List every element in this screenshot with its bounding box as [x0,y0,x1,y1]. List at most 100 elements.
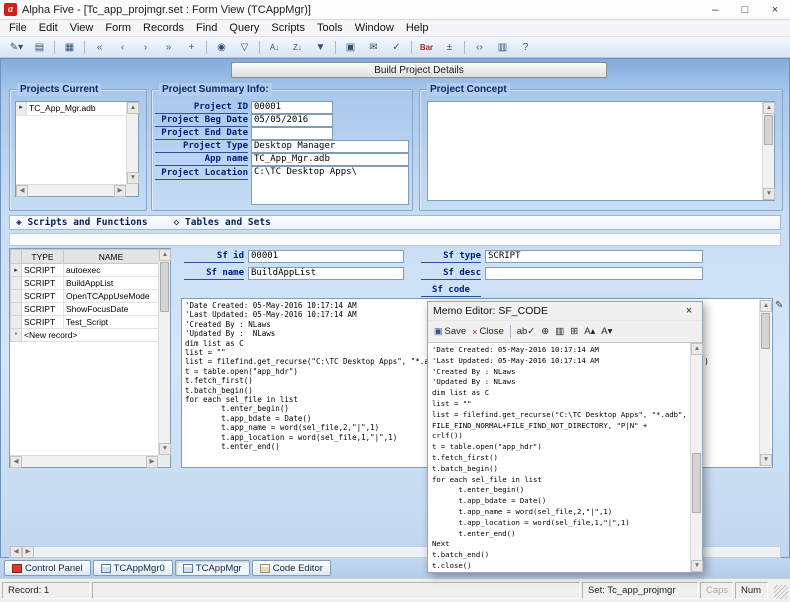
copy-icon[interactable]: ⊞ [567,325,581,338]
scroll-left-icon[interactable]: ◀ [10,456,22,468]
find-icon[interactable]: ◉ [211,39,232,56]
list-item[interactable]: ▸ TC_App_Mgr.adb [16,102,126,116]
scroll-down-icon[interactable]: ▼ [127,172,139,184]
sf-name-field[interactable]: BuildAppList [248,267,404,280]
paste-icon[interactable]: ▥ [552,325,567,338]
type-column-header[interactable]: TYPE [21,249,64,264]
help-icon[interactable]: ? [515,39,536,56]
sf-id-field[interactable]: 00001 [248,250,404,263]
code-icon[interactable]: ‹› [469,39,490,56]
scroll-up-icon[interactable]: ▲ [760,300,772,312]
project-location-field[interactable]: C:\TC Desktop Apps\ [251,166,409,205]
menu-view[interactable]: View [64,21,100,35]
vertical-scrollbar[interactable]: ▲ ▼ [759,300,772,466]
scroll-right-icon[interactable]: ▶ [22,546,34,558]
scripts-and-functions-tab[interactable]: ◈ Scripts and Functions [16,217,148,228]
scroll-right-icon[interactable]: ▶ [114,185,126,197]
new-record-icon[interactable]: + [181,39,202,56]
spellcheck-icon[interactable]: ✓ [386,39,407,56]
image-icon[interactable]: ▣ [340,39,361,56]
zoom-icon[interactable]: ⊕ [538,325,552,338]
scroll-left-icon[interactable]: ◀ [16,185,28,197]
sort-descending-icon[interactable]: Z↓ [287,39,308,56]
tab-tcappmgr0[interactable]: TCAppMgr0 [92,560,173,576]
horizontal-scrollbar[interactable]: ◀ ▶ [10,455,158,468]
first-record-icon[interactable]: « [89,39,110,56]
menu-file[interactable]: File [3,21,33,35]
memo-close-icon[interactable]: × [681,305,697,317]
browse-icon[interactable]: ▥ [492,39,513,56]
scroll-down-icon[interactable]: ▼ [159,443,171,455]
project-beg-date-field[interactable]: 05/05/2016 [251,114,333,127]
tab-code-editor[interactable]: Code Editor [251,560,331,576]
project-id-field[interactable]: 00001 [251,101,333,114]
next-record-icon[interactable]: › [135,39,156,56]
scroll-right-icon[interactable]: ▶ [146,456,158,468]
table-row[interactable]: ▸ SCRIPT autoexec [10,263,159,277]
tab-tcappmgr[interactable]: TCAppMgr [174,560,250,576]
query-icon[interactable]: ▽ [234,39,255,56]
menu-records[interactable]: Records [137,21,190,35]
scroll-down-icon[interactable]: ▼ [760,454,772,466]
menu-query[interactable]: Query [223,21,265,35]
sort-ascending-icon[interactable]: A↓ [264,39,285,56]
last-record-icon[interactable]: » [158,39,179,56]
scrollbar-thumb[interactable] [761,313,770,349]
memo-text-area[interactable]: 'Date Created: 05-May-2016 10:17:14 AM '… [428,342,703,572]
filter-icon[interactable]: ▼ [310,39,331,56]
open-form-icon[interactable]: ▤ [29,39,50,56]
project-end-date-field[interactable] [251,127,333,140]
table-row[interactable]: SCRIPT ShowFocusDate [10,302,159,316]
memo-close-button[interactable]: × Close [469,325,507,338]
tab-control-panel[interactable]: Control Panel [4,560,91,576]
vertical-scrollbar[interactable]: ▲ ▼ [690,343,703,572]
sf-desc-field[interactable] [485,267,703,280]
vertical-scrollbar[interactable]: ▲ ▼ [762,102,775,200]
print-icon[interactable]: ▦ [59,39,80,56]
memo-editor-titlebar[interactable]: Memo Editor: SF_CODE × [428,302,702,320]
menu-window[interactable]: Window [349,21,400,35]
scroll-up-icon[interactable]: ▲ [763,102,775,114]
bar-button[interactable]: Bar [416,39,437,56]
scroll-left-icon[interactable]: ◀ [10,546,22,558]
project-concept-field[interactable]: ▲ ▼ [427,101,775,201]
menu-scripts[interactable]: Scripts [265,21,311,35]
menu-edit[interactable]: Edit [33,21,64,35]
maximize-button[interactable]: □ [730,0,760,19]
mail-icon[interactable]: ✉ [363,39,384,56]
scroll-up-icon[interactable]: ▲ [691,343,703,355]
edit-mode-icon[interactable]: ✎▾ [6,39,27,56]
resize-grip[interactable] [774,585,788,599]
build-project-details-button[interactable]: Build Project Details [231,62,607,78]
scroll-up-icon[interactable]: ▲ [159,249,171,261]
vertical-scrollbar[interactable]: ▲ ▼ [158,249,171,455]
menu-form[interactable]: Form [99,21,137,35]
name-column-header[interactable]: NAME [63,249,159,264]
spellcheck-icon[interactable]: ab✓ [514,325,539,338]
menu-help[interactable]: Help [400,21,435,35]
table-row-new-record[interactable]: * <New record> [10,328,159,342]
vertical-scrollbar[interactable]: ▲ ▼ [126,102,139,184]
table-row[interactable]: SCRIPT Test_Script [10,315,159,329]
scroll-down-icon[interactable]: ▼ [763,188,775,200]
close-button[interactable]: × [760,0,790,19]
edit-memo-pencil-icon[interactable]: ✎ [775,300,783,311]
scrollbar-thumb[interactable] [764,115,773,145]
menu-find[interactable]: Find [190,21,223,35]
projects-current-list[interactable]: ▸ TC_App_Mgr.adb ▲ ▼ ◀ ▶ [15,101,139,197]
table-row[interactable]: SCRIPT BuildAppList [10,276,159,290]
app-name-field[interactable]: TC_App_Mgr.adb [251,153,409,166]
memo-save-button[interactable]: ▣ Save [431,325,469,338]
tables-and-sets-tab[interactable]: ◇ Tables and Sets [174,217,271,228]
table-row[interactable]: SCRIPT OpenTCAppUseMode [10,289,159,303]
minimize-button[interactable]: – [700,0,730,19]
horizontal-scrollbar[interactable]: ◀ ▶ [16,184,126,197]
project-type-field[interactable]: Desktop Manager [251,140,409,153]
scroll-down-icon[interactable]: ▼ [691,560,703,572]
calculator-icon[interactable]: ± [439,39,460,56]
font-increase-icon[interactable]: A▴ [581,325,598,338]
font-decrease-icon[interactable]: A▾ [598,325,615,338]
scroll-up-icon[interactable]: ▲ [127,102,139,114]
menu-tools[interactable]: Tools [311,21,349,35]
sf-type-field[interactable]: SCRIPT [485,250,703,263]
